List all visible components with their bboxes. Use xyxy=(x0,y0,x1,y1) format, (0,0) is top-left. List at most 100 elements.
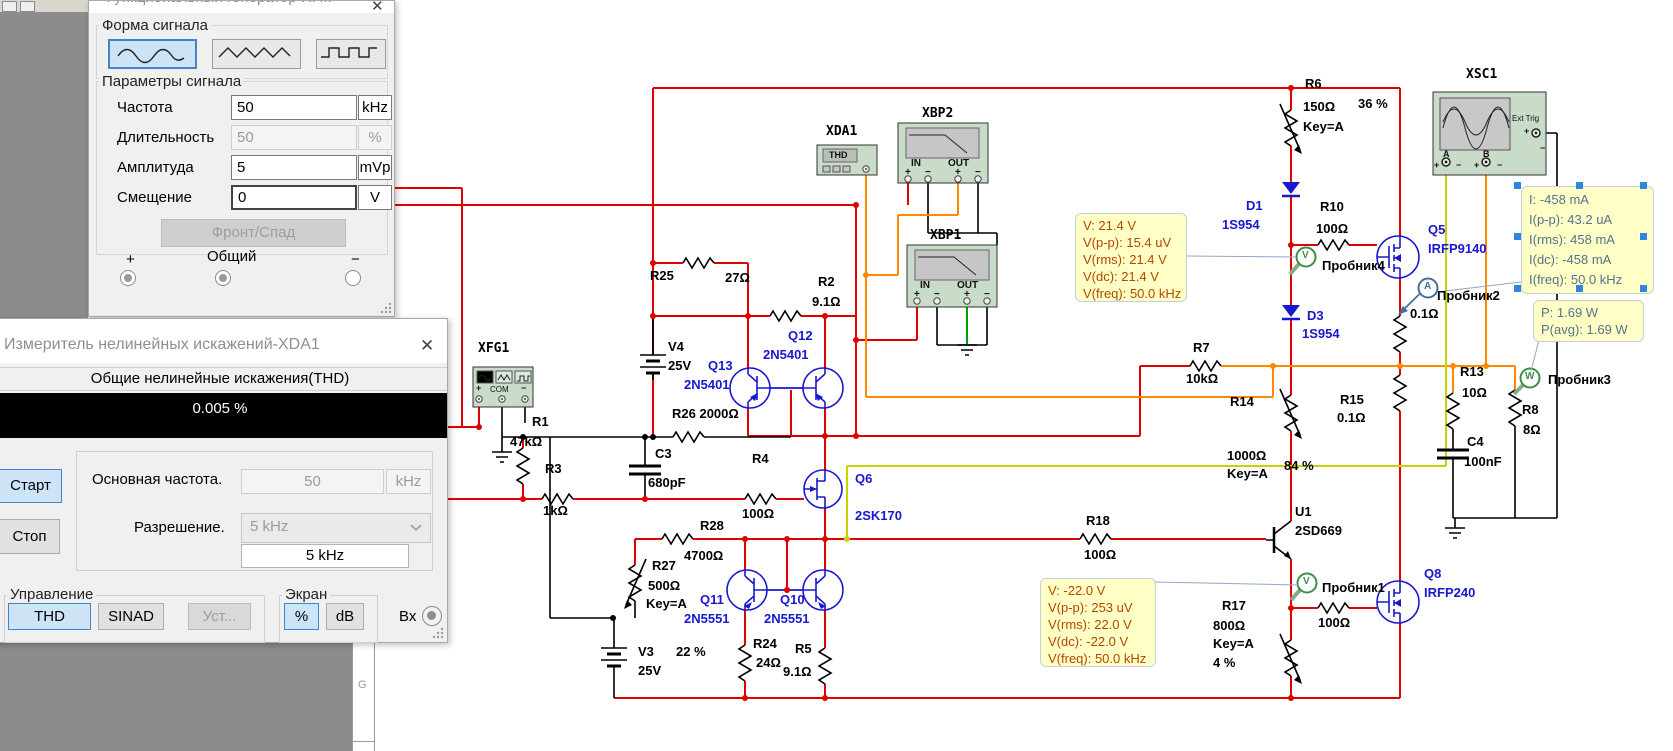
amplitude-unit[interactable]: mVp xyxy=(358,155,392,180)
label-q13-val[interactable]: 2N5401 xyxy=(684,377,730,392)
label-xsc1[interactable]: XSC1 xyxy=(1466,67,1497,82)
capacitors[interactable] xyxy=(629,437,1469,499)
label-q10-ref[interactable]: Q10 xyxy=(780,592,805,607)
label-c4-ref[interactable]: C4 xyxy=(1467,434,1484,449)
percent-button[interactable]: % xyxy=(284,603,319,630)
label-r2-ref[interactable]: R2 xyxy=(818,274,835,289)
label-u1-ref[interactable]: U1 xyxy=(1295,504,1312,519)
wires-red[interactable] xyxy=(394,87,1401,699)
label-r4-ref[interactable]: R4 xyxy=(752,451,769,466)
label-r27-val[interactable]: 500Ω xyxy=(648,578,680,593)
start-button[interactable]: Старт xyxy=(0,469,62,503)
label-r1-ref[interactable]: R1 xyxy=(532,414,549,429)
triangle-wave-button[interactable] xyxy=(212,39,301,69)
label-r3-ref[interactable]: R3 xyxy=(545,461,562,476)
label-c3-val[interactable]: 680pF xyxy=(648,475,686,490)
label-probe1[interactable]: Пробник1 xyxy=(1322,580,1385,595)
label-r2-val[interactable]: 9.1Ω xyxy=(812,294,841,309)
selection-handle[interactable] xyxy=(1640,233,1647,240)
label-r1-val[interactable]: 47kΩ xyxy=(510,434,542,449)
label-r28-ref[interactable]: R28 xyxy=(700,518,724,533)
label-q11-val[interactable]: 2N5551 xyxy=(684,611,730,626)
resize-grip[interactable] xyxy=(432,627,444,639)
label-r7-ref[interactable]: R7 xyxy=(1193,340,1210,355)
freq-input[interactable] xyxy=(231,95,357,120)
thd-titlebar[interactable]: Измеритель нелинейных искажений-XDA1 ✕ xyxy=(0,319,447,363)
label-r6-key[interactable]: Key=A xyxy=(1303,119,1344,134)
thd-mode-button[interactable]: THD xyxy=(8,603,91,630)
selection-handle[interactable] xyxy=(1640,285,1647,292)
label-v4-val[interactable]: 25V xyxy=(668,358,691,373)
probe1-annotation[interactable]: V: -22.0 V V(p-p): 253 uV V(rms): 22.0 V… xyxy=(1040,578,1156,667)
toolbar-icon[interactable] xyxy=(20,1,35,12)
label-r8-val[interactable]: 8Ω xyxy=(1523,422,1541,437)
square-wave-button[interactable] xyxy=(316,39,386,69)
ground-symbols[interactable] xyxy=(492,344,1465,539)
label-r15-ref[interactable]: R15 xyxy=(1340,392,1364,407)
label-xfg1[interactable]: XFG1 xyxy=(478,341,509,356)
label-r10-ref[interactable]: R10 xyxy=(1320,199,1344,214)
offset-input[interactable] xyxy=(231,185,357,210)
label-r3-val[interactable]: 1kΩ xyxy=(543,503,568,518)
label-q8-ref[interactable]: Q8 xyxy=(1424,566,1441,581)
label-r20-val[interactable]: 0.1Ω xyxy=(1410,306,1439,321)
label-r17-key[interactable]: Key=A xyxy=(1213,636,1254,651)
label-r14-val[interactable]: 1000Ω xyxy=(1227,448,1266,463)
label-q13-ref[interactable]: Q13 xyxy=(708,358,733,373)
thd-close-button[interactable]: ✕ xyxy=(420,336,434,356)
label-r27-key[interactable]: Key=A xyxy=(646,596,687,611)
label-d1-ref[interactable]: D1 xyxy=(1246,198,1263,213)
terminal-plus-radio[interactable] xyxy=(120,270,136,286)
label-r13-ref[interactable]: R13 xyxy=(1460,364,1484,379)
label-d1-val[interactable]: 1S954 xyxy=(1222,217,1260,232)
amplitude-input[interactable] xyxy=(231,155,357,180)
label-q5-val[interactable]: IRFP9140 xyxy=(1428,241,1487,256)
label-r17-val[interactable]: 800Ω xyxy=(1213,618,1245,633)
label-d3-ref[interactable]: D3 xyxy=(1307,308,1324,323)
label-r28-val[interactable]: 4700Ω xyxy=(684,548,723,563)
label-r7-val[interactable]: 10kΩ xyxy=(1186,371,1218,386)
label-r13-val[interactable]: 10Ω xyxy=(1462,385,1487,400)
label-r5-ref[interactable]: R5 xyxy=(795,641,812,656)
fg-titlebar[interactable]: Функциональный генератор-XF... ✕ xyxy=(89,1,394,13)
label-r24-ref[interactable]: R24 xyxy=(753,636,777,651)
selection-handle[interactable] xyxy=(1576,182,1583,189)
resolution-dropdown[interactable]: 5 kHz xyxy=(241,513,431,543)
label-xda1[interactable]: XDA1 xyxy=(826,124,857,139)
db-button[interactable]: dB xyxy=(326,603,364,630)
selection-handle[interactable] xyxy=(1514,285,1521,292)
offset-unit[interactable]: V xyxy=(358,185,392,210)
label-r18-ref[interactable]: R18 xyxy=(1086,513,1110,528)
label-c4-val[interactable]: 100nF xyxy=(1464,454,1502,469)
label-u1-val[interactable]: 2SD669 xyxy=(1295,523,1342,538)
probe2-annotation[interactable]: I: -458 mA I(p-p): 43.2 uA I(rms): 458 m… xyxy=(1521,186,1654,294)
label-q5-ref[interactable]: Q5 xyxy=(1428,222,1445,237)
label-v4-ref[interactable]: V4 xyxy=(668,339,684,354)
label-r24-val[interactable]: 24Ω xyxy=(756,655,781,670)
stop-button[interactable]: Стоп xyxy=(0,519,60,554)
label-probe4[interactable]: Пробник4 xyxy=(1322,258,1385,273)
label-q8-val[interactable]: IRFP240 xyxy=(1424,585,1475,600)
freq-unit[interactable]: kHz xyxy=(358,95,392,120)
sine-wave-button[interactable] xyxy=(108,39,197,69)
label-v3-val[interactable]: 25V xyxy=(638,663,661,678)
label-r6-ref[interactable]: R6 xyxy=(1305,76,1322,91)
label-r6-pct[interactable]: 36 % xyxy=(1358,96,1388,111)
label-r25-ref[interactable]: R25 xyxy=(650,268,674,283)
label-r4-val[interactable]: 100Ω xyxy=(742,506,774,521)
label-r8-ref[interactable]: R8 xyxy=(1522,402,1539,417)
label-r5-val[interactable]: 9.1Ω xyxy=(783,664,812,679)
label-r18-val[interactable]: 100Ω xyxy=(1084,547,1116,562)
label-q6-val[interactable]: 2SK170 xyxy=(855,508,902,523)
label-xbp2[interactable]: XBP2 xyxy=(922,106,953,121)
label-r17-ref[interactable]: R17 xyxy=(1222,598,1246,613)
probe4-annotation[interactable]: V: 21.4 V V(p-p): 15.4 uV V(rms): 21.4 V… xyxy=(1075,213,1187,302)
label-xbp1[interactable]: XBP1 xyxy=(930,228,961,243)
sinad-mode-button[interactable]: SINAD xyxy=(98,603,164,630)
selection-handle[interactable] xyxy=(1514,233,1521,240)
label-r10-val[interactable]: 100Ω xyxy=(1316,221,1348,236)
label-q10-val[interactable]: 2N5551 xyxy=(764,611,810,626)
label-q6-ref[interactable]: Q6 xyxy=(855,471,872,486)
resize-grip[interactable] xyxy=(380,302,392,314)
selection-handle[interactable] xyxy=(1514,182,1521,189)
